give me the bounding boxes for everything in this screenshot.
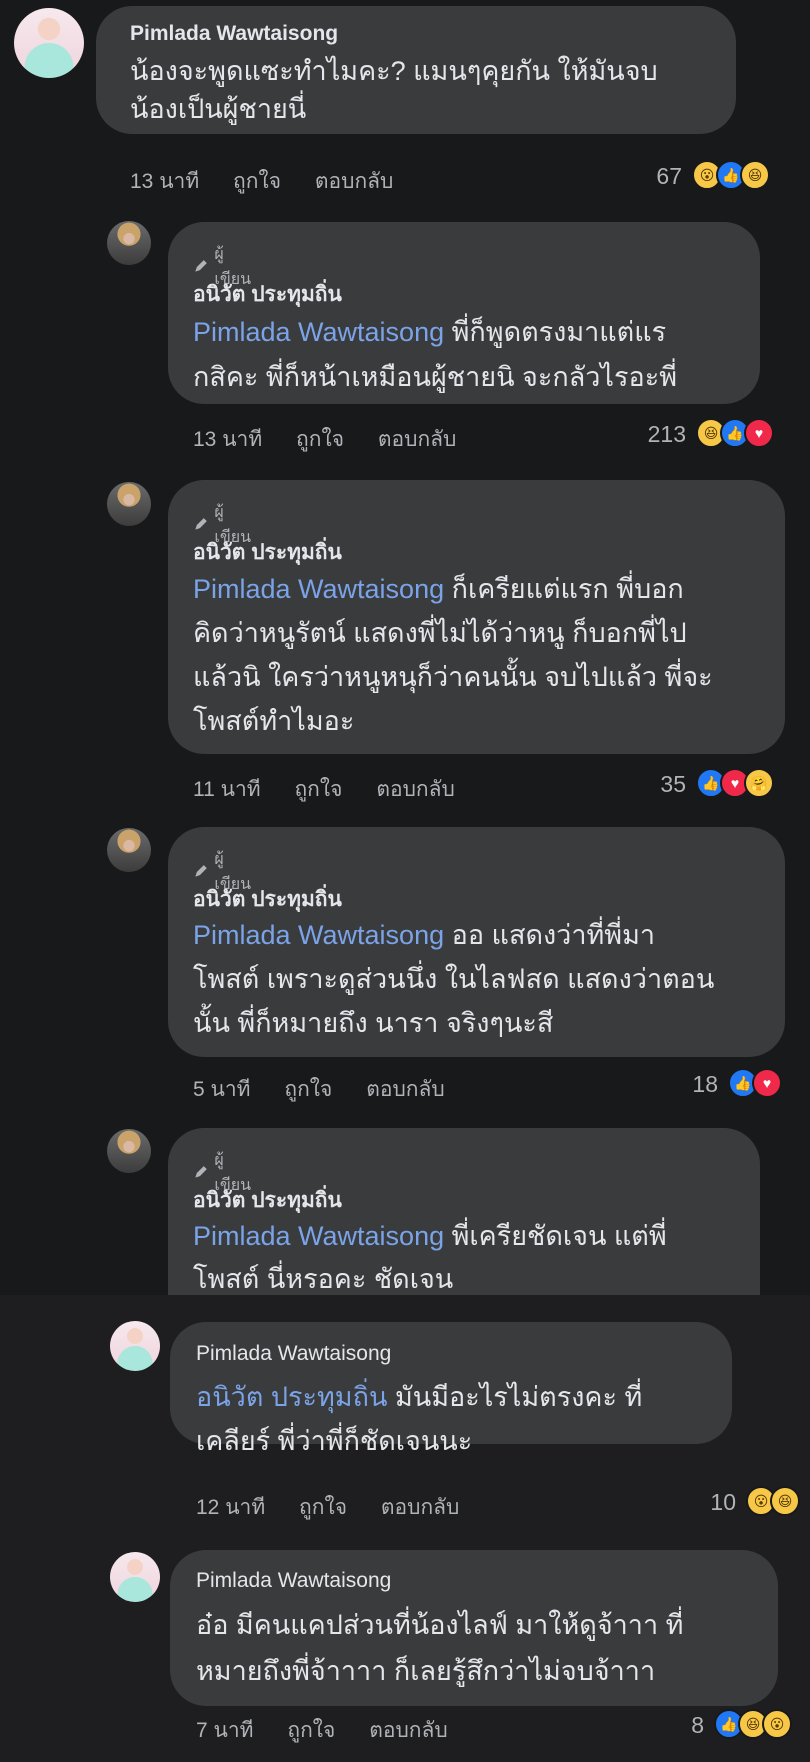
commenter-name[interactable]: อนิวัต ประทุมถิ่น — [193, 278, 342, 311]
comment-line: นั้น พี่ก็หมายถึง นารา จริงๆนะสี — [193, 1008, 554, 1038]
like-button[interactable]: ถูกใจ — [294, 778, 342, 801]
comment-time[interactable]: 5 นาที — [193, 1078, 251, 1101]
haha-reaction-icon: 😆 — [770, 1486, 800, 1516]
comment-line: เคลียร์ พี่ว่าพี่ก็ชัดเจนนะ — [196, 1426, 473, 1456]
reaction-count[interactable]: 67 — [640, 163, 682, 190]
comment-line: น้องเป็นผู้ชายนี่ — [130, 94, 307, 124]
avatar[interactable] — [110, 1552, 160, 1602]
like-button[interactable]: ถูกใจ — [287, 1719, 335, 1742]
reaction-icons[interactable]: 👍 😆 😮 — [714, 1709, 792, 1739]
avatar[interactable] — [107, 1129, 151, 1173]
reply-button[interactable]: ตอบกลับ — [369, 1719, 448, 1742]
reaction-icons[interactable]: 😆 👍 ♥ — [696, 418, 774, 448]
comment-meta: 13 นาที ถูกใจ ตอบกลับ — [130, 165, 393, 198]
comment-meta: 7 นาที ถูกใจ ตอบกลับ — [196, 1714, 448, 1747]
reaction-icons[interactable]: 😮 😆 — [746, 1486, 800, 1516]
comment-time[interactable]: 13 นาที — [193, 428, 262, 451]
comment-line: แล้วนิ ใครว่าหนูหนุก็ว่าคนนั้น จบไปแล้ว … — [193, 662, 713, 692]
love-reaction-icon: ♥ — [752, 1068, 782, 1098]
comment-meta: 11 นาที ถูกใจ ตอบกลับ — [193, 773, 455, 806]
like-button[interactable]: ถูกใจ — [299, 1496, 347, 1519]
pen-icon — [195, 518, 207, 530]
reply-button[interactable]: ตอบกลับ — [378, 428, 457, 451]
like-button[interactable]: ถูกใจ — [233, 170, 281, 193]
comment-line: คิดว่าหนูรัตน์ แสดงพี่ไม่ได้ว่าหนู ก็บอก… — [193, 618, 687, 648]
commenter-name[interactable]: Pimlada Wawtaisong — [130, 22, 338, 46]
comment-line: Pimlada Wawtaisong ก็เครียแต่แรก พี่บอก — [193, 574, 684, 604]
mention-link[interactable]: อนิวัต ประทุมถิ่น — [196, 1382, 387, 1412]
care-reaction-icon: 🤗 — [744, 768, 774, 798]
commenter-name[interactable]: Pimlada Wawtaisong — [196, 1342, 391, 1366]
mention-link[interactable]: Pimlada Wawtaisong — [193, 317, 444, 347]
love-reaction-icon: ♥ — [744, 418, 774, 448]
reaction-icons[interactable]: 😮 👍 😆 — [692, 160, 770, 190]
mention-link[interactable]: Pimlada Wawtaisong — [193, 1221, 444, 1251]
comment-meta: 12 นาที ถูกใจ ตอบกลับ — [196, 1491, 459, 1524]
pen-icon — [195, 865, 207, 877]
mention-link[interactable]: Pimlada Wawtaisong — [193, 574, 444, 604]
comment-line: Pimlada Wawtaisong ออ แสดงว่าที่พี่มา — [193, 920, 656, 950]
like-button[interactable]: ถูกใจ — [296, 428, 344, 451]
comment-line: Pimlada Wawtaisong พี่ก็พูดตรงมาแต่แร — [193, 317, 667, 347]
like-button[interactable]: ถูกใจ — [284, 1078, 332, 1101]
reply-button[interactable]: ตอบกลับ — [381, 1496, 460, 1519]
comment-line: หมายถึงพี่จ้าาาา ก็เลยรู้สึกว่าไม่จบจ้าา… — [196, 1656, 656, 1686]
reaction-count[interactable]: 35 — [640, 771, 686, 798]
haha-reaction-icon: 😆 — [740, 160, 770, 190]
reaction-icons[interactable]: 👍 ♥ — [728, 1068, 782, 1098]
commenter-name[interactable]: อนิวัต ประทุมถิ่น — [193, 1184, 342, 1217]
reply-button[interactable]: ตอบกลับ — [315, 170, 394, 193]
comment-line: อนิวัต ประทุมถิ่น มันมีอะไรไม่ตรงคะ ที่ — [196, 1382, 643, 1412]
comment-line: Pimlada Wawtaisong พี่เครียชัดเจน แต่พี่ — [193, 1221, 667, 1251]
avatar[interactable] — [110, 1321, 160, 1371]
commenter-name[interactable]: อนิวัต ประทุมถิ่น — [193, 883, 342, 916]
reply-button[interactable]: ตอบกลับ — [366, 1078, 445, 1101]
comment-time[interactable]: 11 นาที — [193, 778, 261, 801]
reaction-count[interactable]: 18 — [672, 1071, 718, 1098]
avatar[interactable] — [107, 221, 151, 265]
avatar[interactable] — [14, 8, 84, 78]
commenter-name[interactable]: อนิวัต ประทุมถิ่น — [193, 536, 342, 569]
comment-line: โพสต์ทำไมอะ — [193, 706, 355, 736]
avatar[interactable] — [107, 828, 151, 872]
commenter-name[interactable]: Pimlada Wawtaisong — [196, 1569, 391, 1593]
mention-link[interactable]: Pimlada Wawtaisong — [193, 920, 444, 950]
comment-meta: 13 นาที ถูกใจ ตอบกลับ — [193, 423, 456, 456]
reaction-icons[interactable]: 👍 ♥ 🤗 — [696, 768, 774, 798]
reaction-count[interactable]: 213 — [630, 421, 686, 448]
comment-line: น้องจะพูดแซะทำไมคะ? แมนๆคุยกัน ให้มันจบ — [130, 56, 658, 86]
wow-reaction-icon: 😮 — [762, 1709, 792, 1739]
reaction-count[interactable]: 8 — [680, 1712, 704, 1739]
comment-meta: 5 นาที ถูกใจ ตอบกลับ — [193, 1073, 445, 1106]
avatar[interactable] — [107, 482, 151, 526]
pen-icon — [195, 1166, 207, 1178]
reply-button[interactable]: ตอบกลับ — [376, 778, 455, 801]
pen-icon — [195, 260, 207, 272]
comment-line: อ๋อ มีคนแคปส่วนที่น้องไลฟ์ มาให้ดูจ้าาา … — [196, 1610, 684, 1640]
comment-line: โพสต์ เพราะดูส่วนนึ่ง ในไลฟสด แสดงว่าตอน — [193, 964, 715, 994]
comment-time[interactable]: 13 นาที — [130, 170, 199, 193]
reaction-count[interactable]: 10 — [696, 1489, 736, 1516]
comment-time[interactable]: 7 นาที — [196, 1719, 254, 1742]
comment-time[interactable]: 12 นาที — [196, 1496, 265, 1519]
comment-line: กสิคะ พี่ก็หน้าเหมือนผู้ชายนิ จะกลัวไรอะ… — [193, 362, 678, 392]
comment-line: โพสต์ นี่หรอคะ ชัดเจน — [193, 1264, 454, 1294]
